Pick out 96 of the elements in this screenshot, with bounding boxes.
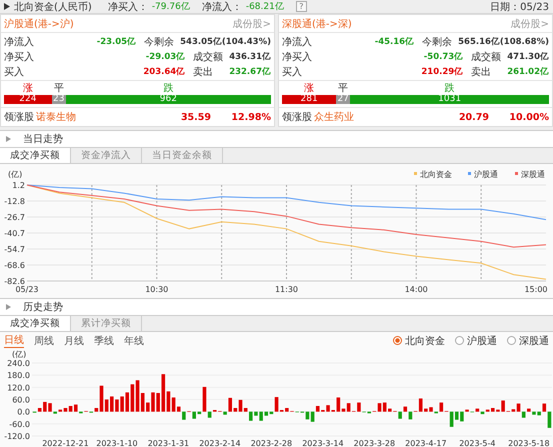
stat-value: 232.67亿 [229,66,271,78]
axis-tick-label: 120.0 [7,383,30,392]
axis-tick-label: 14:00 [404,285,428,294]
axis-tick-label: 2023-5-18 [508,439,550,447]
stat-value: -50.73亿 [422,50,464,62]
axis-tick-label: -68.6 [4,260,25,270]
axis-tick-label: -120.0 [4,432,30,441]
axis-tick-label: 2023-5-4 [459,439,496,447]
axis-tick-label: 2023-2-14 [199,439,241,447]
price-text: 35.59 [180,112,211,122]
stat-label: 卖出 [470,66,492,78]
stat-label: 成交额 [470,50,502,64]
axis-tick-label: 2023-3-14 [302,439,344,447]
stat-value: -23.05亿 [96,36,136,48]
expand-arrow-icon[interactable] [4,3,10,10]
stat-label: 卖出 [192,66,214,78]
stat-value: 565.16亿(108.68%) [458,36,549,48]
axis-tick-label: 2023-3-28 [354,439,396,447]
rise-label: 涨 [303,83,316,95]
axis-tick-label: 05/23 [15,285,39,294]
axis-tick-label: -40.7 [4,229,25,238]
period-tab[interactable]: 年线 [124,334,144,348]
stat-value: -45.16亿 [374,36,414,48]
panel-title: 深股通(港->深) [282,18,352,30]
axis-tick-label: 240.0 [7,359,30,368]
chart-tab[interactable]: 成交净买额 [0,148,71,163]
axis-tick-label: 2023-2-28 [250,439,292,447]
legend-label: 沪股通 [474,170,498,179]
fall-label: 跌 [162,83,174,95]
stat-value: 203.64亿 [142,66,186,78]
axis-tick-label: 1.2 [12,181,25,190]
panel-title: 沪股通(港->沪) [4,18,74,30]
axis-tick-label: 10:30 [145,285,168,294]
legend-label: 北向资金 [420,170,452,179]
axis-tick-label: 180.0 [7,371,30,380]
flat-label: 平 [337,83,350,95]
period-tab[interactable]: 季线 [94,334,114,348]
stat-value: 436.31亿 [229,50,271,62]
stat-label: 净买入： [108,0,148,14]
radio-button[interactable] [393,336,402,345]
stat-label: 今剩余 [421,36,454,48]
legend-label: 深股通 [521,170,545,179]
axis-tick-label: 2023-1-10 [96,439,138,447]
axis-tick-label: 2023-4-17 [405,439,447,447]
period-tab[interactable]: 周线 [34,334,54,348]
axis-tick-label: -82.6 [4,277,25,286]
axis-tick-label: 0.0 [17,408,30,417]
axis-tick-label: -12.8 [4,197,25,206]
date-text: 日期：05/23 [490,0,549,14]
flat-label: 平 [52,83,65,95]
stat-label: 买入 [4,66,25,78]
radio-label[interactable]: 沪股通 [467,334,497,348]
stat-label: 净买入 [282,50,313,64]
rise-label: 涨 [22,83,34,95]
axis-tick-label: 2022-12-21 [42,439,89,447]
stat-label: 净流入 [282,36,313,48]
axis-unit: (亿) [8,170,22,179]
section-title: 历史走势 [23,300,63,314]
stat-value: 210.29亿 [420,66,464,78]
axis-tick-label: 60.0 [12,396,30,404]
stat-label: 买入 [282,66,303,78]
stat-value: 543.05亿(104.43%) [180,36,271,48]
period-tab[interactable]: 月线 [64,334,84,348]
fall-label: 跌 [444,83,456,95]
stat-label: 领涨股 [282,110,312,124]
stat-label: 成交额 [192,50,224,64]
stat-value: 261.02亿 [507,66,549,78]
axis-tick-label: 15:00 [524,285,548,294]
axis-tick-label: -26.7 [4,212,25,222]
radio-label[interactable]: 深股通 [519,334,549,348]
chart-tab[interactable]: 成交净买额 [0,316,71,331]
stat-value: -29.03亿 [144,50,186,62]
axis-tick-label: -60.0 [9,420,30,429]
help-button[interactable]: ? [296,1,307,12]
change-text: 12.98% [230,112,271,122]
axis-tick-label: -54.7 [4,245,25,254]
radio-button[interactable] [455,336,464,345]
stat-value: -68.21亿 [246,1,284,13]
section-title: 北向资金(人民币) [14,0,92,14]
radio-button[interactable] [507,336,516,345]
stat-label: 领涨股 [4,110,34,124]
change-text: 10.00% [508,112,549,122]
section-title: 当日走势 [23,132,63,146]
stat-label: 净流入 [4,36,35,48]
stat-value: -79.76亿 [152,1,190,13]
stat-label: 净流入： [202,0,242,14]
axis-unit: (亿) [12,350,26,359]
axis-tick-label: 11:30 [274,285,298,294]
stat-label: 今剩余 [143,36,176,48]
stat-value: 471.30亿 [507,50,549,62]
stock-link[interactable]: 众生药业 [312,110,439,124]
radio-label[interactable]: 北向资金 [405,334,445,348]
stock-link[interactable]: 诺泰生物 [34,110,161,124]
axis-tick-label: 2023-1-31 [148,439,190,447]
stat-label: 净买入 [4,50,35,64]
price-text: 20.79 [458,112,489,122]
